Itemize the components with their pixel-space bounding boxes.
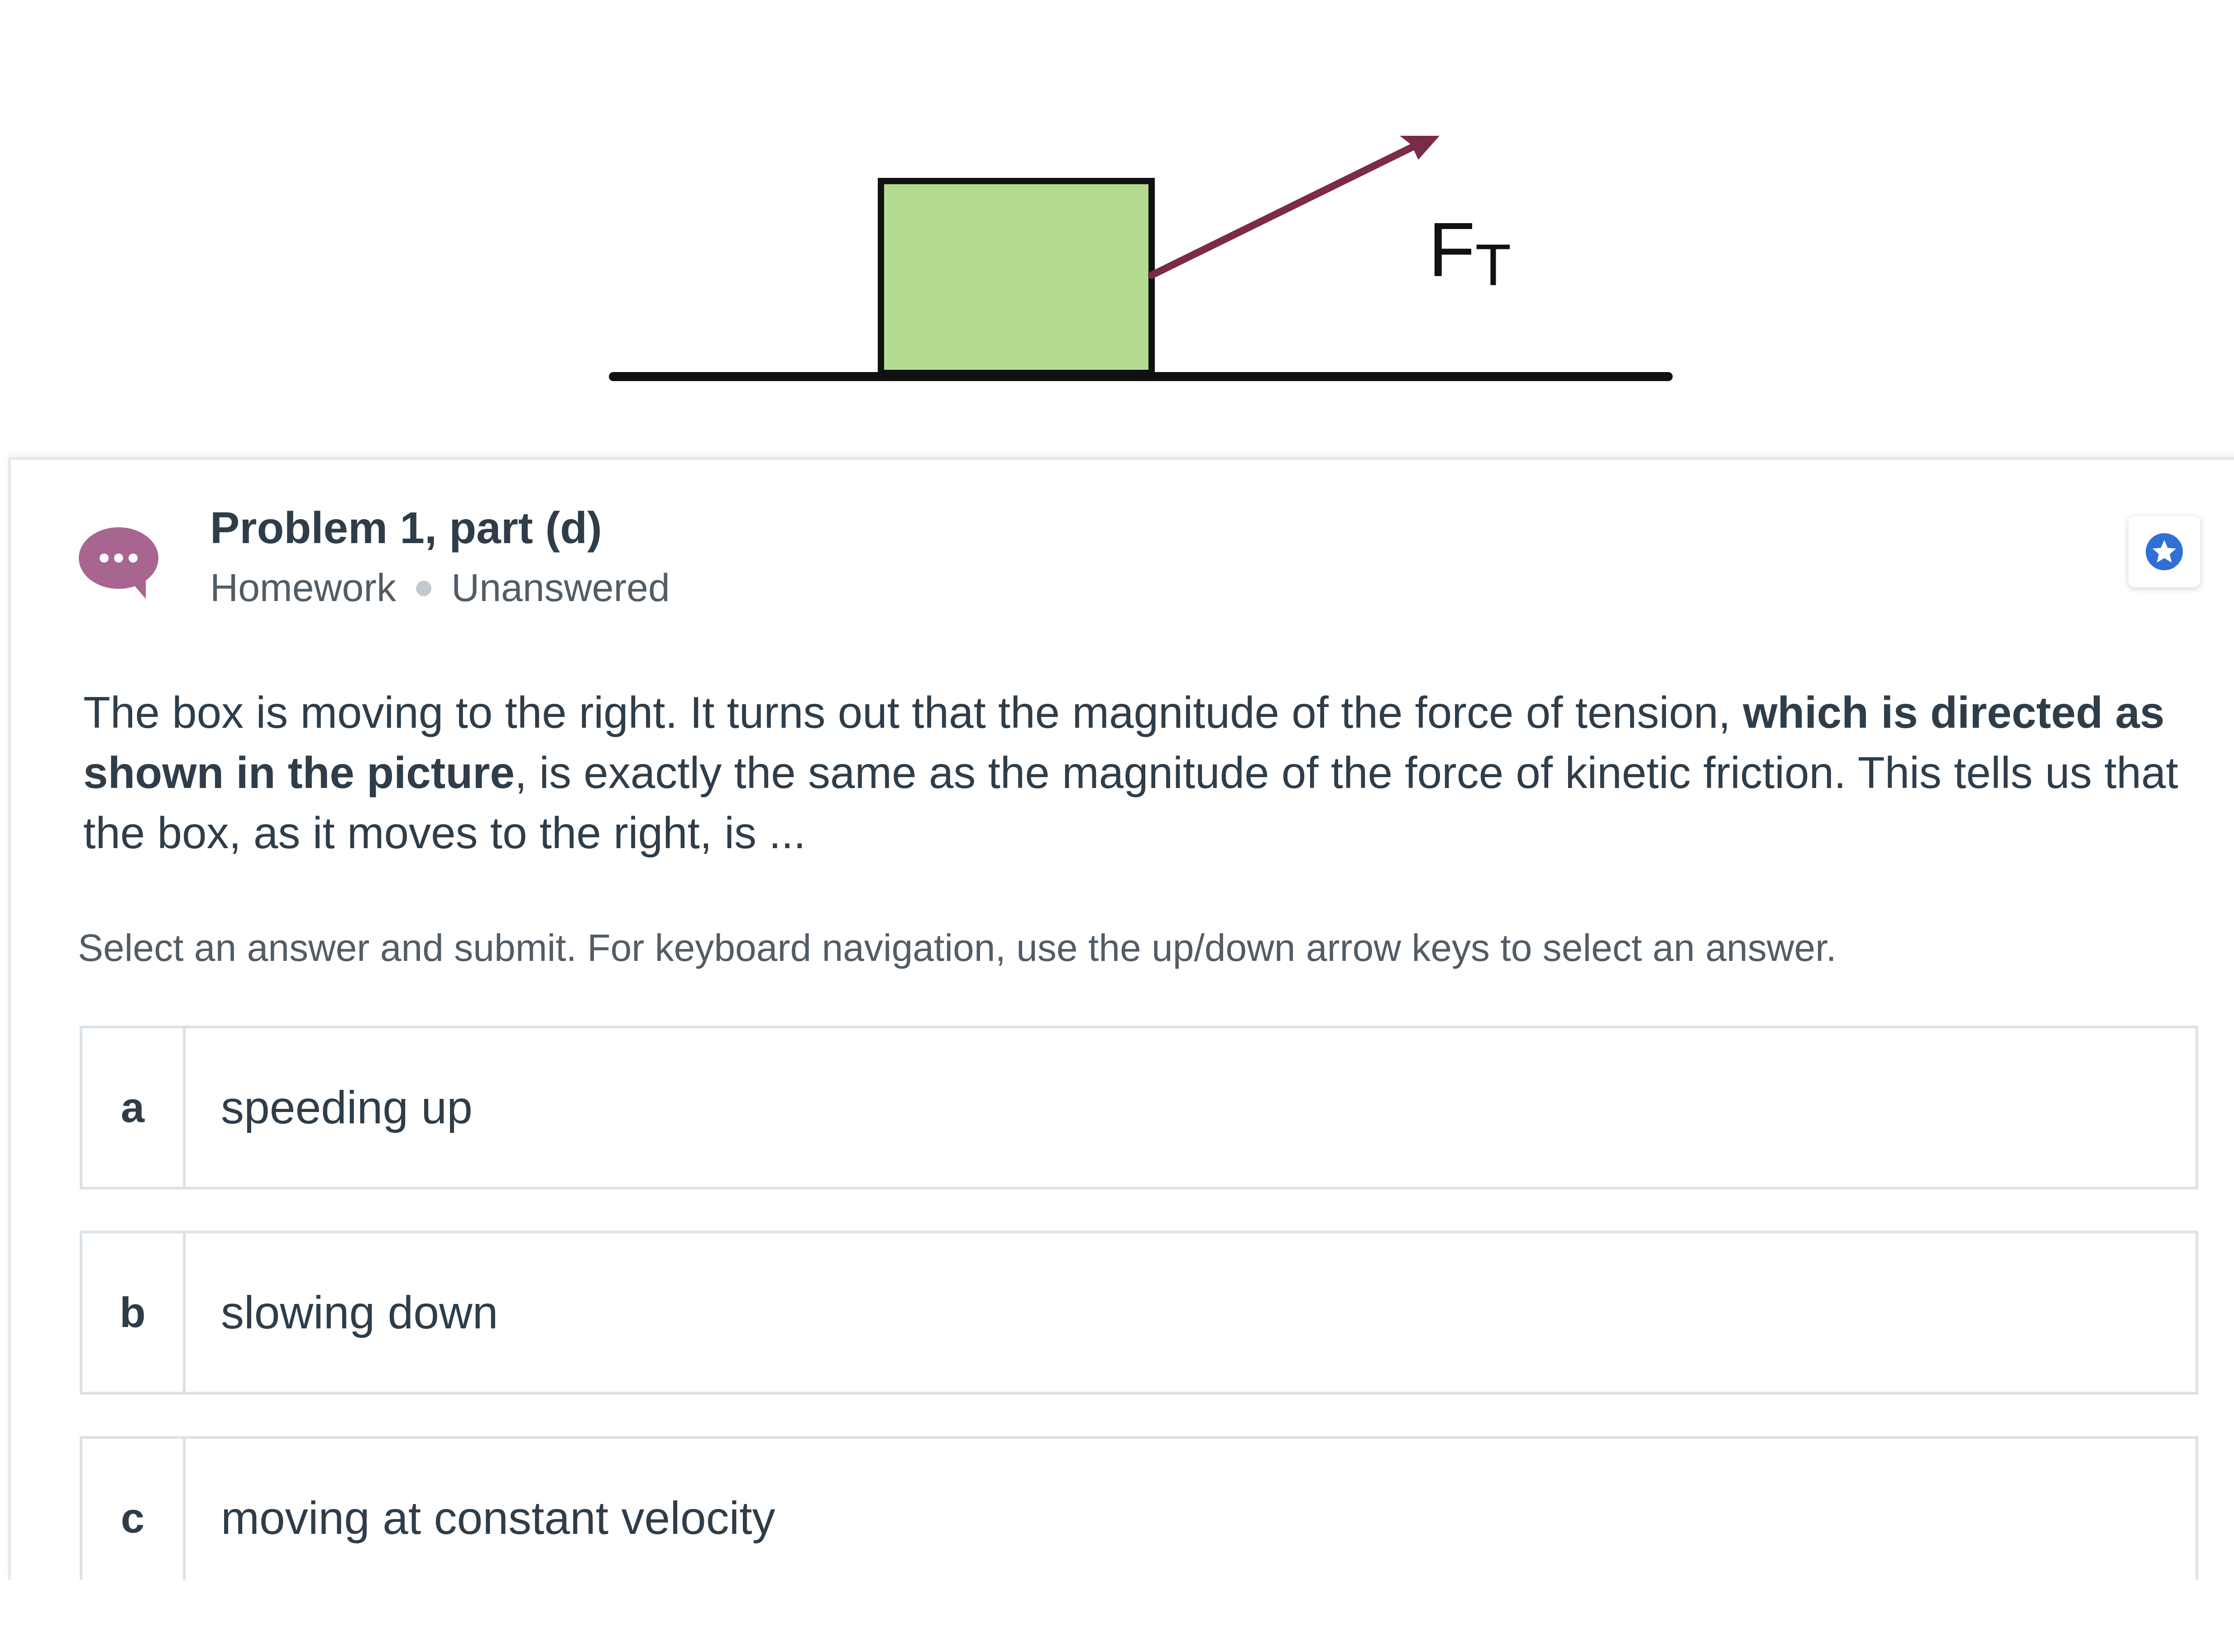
answer-option-c[interactable]: c moving at constant velocity	[80, 1436, 2198, 1600]
star-badge-icon	[2146, 533, 2183, 570]
question-text-part1: The box is moving to the right. It turns…	[83, 688, 1743, 737]
answer-option-a[interactable]: a speeding up	[80, 1026, 2198, 1189]
problem-title: Problem 1, part (d)	[210, 503, 602, 553]
answer-letter: c	[82, 1439, 186, 1597]
answer-text: slowing down	[221, 1286, 498, 1338]
box	[878, 178, 1155, 376]
answer-text: speeding up	[221, 1081, 473, 1133]
tension-arrow-shaft	[1148, 141, 1421, 279]
answer-option-b[interactable]: b slowing down	[80, 1231, 2198, 1394]
problem-status: Unanswered	[451, 566, 670, 610]
problem-card: Problem 1, part (d) Homework Unanswered …	[8, 457, 2234, 1600]
force-diagram: FT	[0, 0, 2234, 457]
answer-letter: b	[82, 1233, 186, 1392]
answer-letter: a	[82, 1028, 186, 1187]
question-text: The box is moving to the right. It turns…	[83, 683, 2229, 863]
viewport-bottom-edge	[0, 1580, 2234, 1652]
answer-text: moving at constant velocity	[221, 1492, 775, 1544]
answer-instructions: Select an answer and submit. For keyboar…	[78, 926, 1837, 969]
speech-bubble-ellipsis-icon	[78, 521, 159, 602]
separator-dot	[416, 580, 431, 596]
problem-meta: Homework Unanswered	[210, 565, 670, 611]
tension-force-label: FT	[1428, 207, 1511, 298]
force-diagram-svg: FT	[609, 136, 1673, 381]
problem-category: Homework	[210, 566, 396, 610]
force-label-subscript: T	[1475, 232, 1511, 298]
force-label-main: F	[1428, 207, 1475, 293]
bookmark-button[interactable]	[2129, 516, 2200, 587]
